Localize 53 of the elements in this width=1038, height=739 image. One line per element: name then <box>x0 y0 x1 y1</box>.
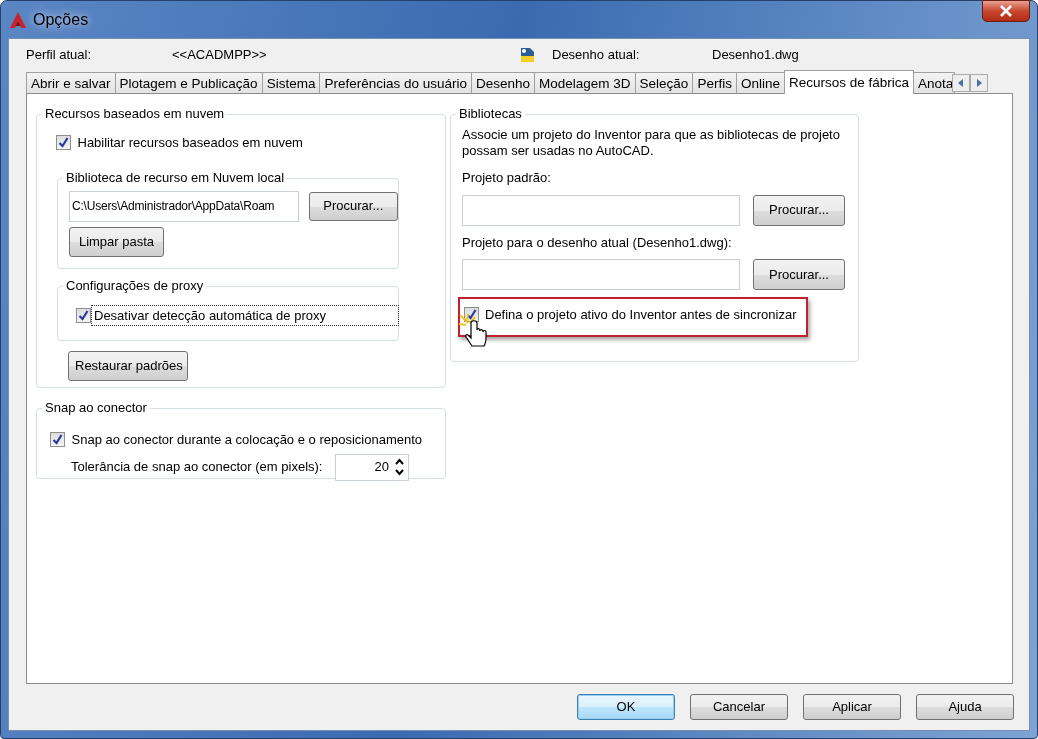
input-field[interactable] <box>462 194 740 226</box>
dialog-button[interactable]: Cancelar <box>690 694 788 720</box>
dialog-button[interactable]: Ajuda <box>916 694 1014 720</box>
profile-label: Perfil atual: <box>26 46 93 65</box>
dialog-button[interactable]: OK <box>577 694 675 720</box>
app-logo-icon <box>9 10 27 29</box>
tab[interactable]: Recursos de fábrica <box>783 70 914 94</box>
group-title: Snap ao conector <box>42 400 150 416</box>
field-label: Projeto para o desenho atual (Desenho1.dwg): <box>462 233 733 252</box>
path-field[interactable]: C:\Users\Administrador\AppData\Roam <box>69 190 299 222</box>
tab[interactable]: Plotagem e Publicação <box>114 72 263 93</box>
tolerance-spinner[interactable]: 20 <box>335 453 409 481</box>
dialog-button[interactable]: Aplicar <box>803 694 901 720</box>
drawing-label: Desenho atual: <box>552 46 641 65</box>
scroll-left-button[interactable] <box>952 74 970 92</box>
checkbox[interactable] <box>56 135 71 151</box>
check-icon <box>58 137 69 149</box>
checkbox-label[interactable]: Snap ao conector durante a colocação e o reposicionamento <box>71 430 422 450</box>
check-icon <box>466 309 477 321</box>
input-field[interactable] <box>462 259 740 290</box>
checkbox[interactable] <box>76 307 91 323</box>
checkbox-label[interactable]: Desativar detecção automática de proxy <box>92 305 398 325</box>
right-arrow-icon <box>976 79 982 87</box>
tab[interactable]: Anota <box>913 72 955 93</box>
scroll-right-button[interactable] <box>970 74 988 92</box>
browse-button[interactable]: Procurar... <box>308 191 398 221</box>
browse-button[interactable]: Procurar... <box>753 259 845 290</box>
clear-folder-button[interactable]: Limpar pasta <box>69 226 164 257</box>
tab[interactable]: Modelagem 3D <box>534 72 636 93</box>
checkbox-label[interactable]: Defina o projeto ativo do Inventor antes de sincronizar <box>485 305 797 325</box>
drawing-file-icon <box>518 46 536 64</box>
checkbox[interactable] <box>50 432 65 448</box>
close-button[interactable] <box>982 0 1030 22</box>
description-text: Associe um projeto do Inventor para que as bibliotecas de projeto possam ser usadas no AutoCAD. <box>462 127 841 159</box>
window-title: Opções <box>33 9 89 30</box>
browse-button[interactable]: Procurar... <box>753 194 845 226</box>
tab[interactable]: Desenho <box>471 72 536 93</box>
profile-value: <<ACADMPP>> <box>172 46 268 65</box>
close-icon <box>999 5 1013 17</box>
drawing-value: Desenho1.dwg <box>712 46 799 65</box>
tab[interactable]: Perfis <box>692 72 737 93</box>
tab[interactable]: Online <box>735 72 785 93</box>
tab[interactable]: Seleção <box>634 72 694 93</box>
checkbox-label[interactable]: Habilitar recursos baseados em nuvem <box>77 133 303 153</box>
tab[interactable]: Preferências do usuário <box>319 72 472 93</box>
check-icon <box>78 309 89 321</box>
restore-defaults-button[interactable]: Restaurar padrões <box>68 350 188 381</box>
field-label: Projeto padrão: <box>462 169 552 187</box>
check-icon <box>52 434 63 446</box>
tab[interactable]: Abrir e salvar <box>26 72 116 93</box>
left-arrow-icon <box>958 79 964 87</box>
tolerance-label: Tolerância de snap ao conector (em pixels): <box>71 458 324 477</box>
tab[interactable]: Sistema <box>261 72 321 93</box>
